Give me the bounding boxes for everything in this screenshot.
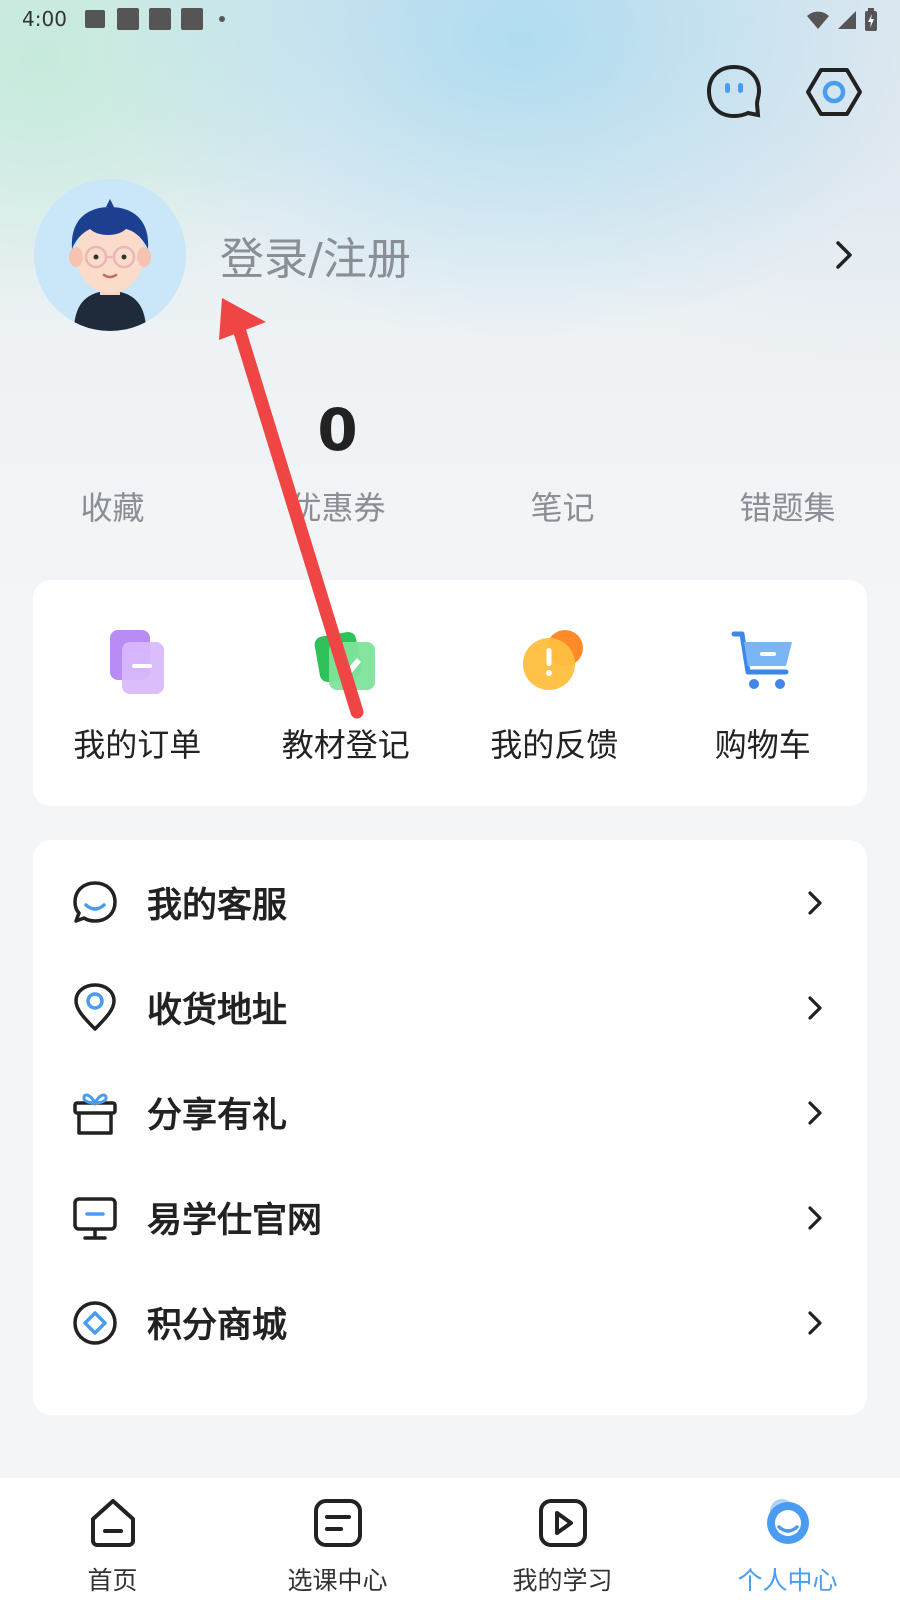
menu-item-customer-service[interactable]: 我的客服 bbox=[33, 850, 867, 955]
profile-icon bbox=[766, 1499, 809, 1544]
location-pin-icon bbox=[69, 982, 121, 1034]
battery-icon bbox=[865, 8, 877, 31]
stat-label: 错题集 bbox=[739, 489, 836, 527]
menu-item-points-mall[interactable]: 积分商城 bbox=[33, 1270, 867, 1375]
login-register-label[interactable]: 登录/注册 bbox=[220, 223, 824, 287]
stat-label: 收藏 bbox=[80, 489, 145, 527]
tab-home[interactable]: 首页 bbox=[0, 1478, 225, 1600]
quick-action-textbook-register[interactable]: 教材登记 bbox=[242, 626, 451, 806]
course-center-icon bbox=[313, 1499, 362, 1547]
stat-favorites[interactable]: 收藏 bbox=[0, 395, 225, 529]
tab-profile[interactable]: 个人中心 bbox=[675, 1478, 900, 1600]
status-time: 4:00 bbox=[22, 7, 67, 31]
chevron-right-icon bbox=[799, 887, 831, 919]
bottom-tab-bar: 首页 选课中心 我的学习 个人中心 bbox=[0, 1478, 900, 1600]
tab-label: 个人中心 bbox=[737, 1566, 838, 1595]
monitor-icon bbox=[69, 1192, 121, 1244]
stats-row: 收藏 0 优惠券 笔记 错题集 bbox=[0, 395, 900, 529]
points-mall-icon bbox=[69, 1297, 121, 1349]
stat-value bbox=[0, 395, 225, 465]
customer-service-icon bbox=[69, 877, 121, 929]
quick-action-my-feedback[interactable]: 我的反馈 bbox=[450, 626, 659, 806]
chevron-right-icon bbox=[799, 1097, 831, 1129]
quick-action-label: 我的订单 bbox=[73, 726, 202, 764]
stat-label: 笔记 bbox=[530, 489, 595, 527]
tab-my-learning[interactable]: 我的学习 bbox=[450, 1478, 675, 1600]
profile-login-row[interactable]: 登录/注册 bbox=[34, 179, 864, 331]
signal-icon bbox=[838, 11, 856, 29]
stat-label: 优惠券 bbox=[289, 489, 386, 527]
home-icon bbox=[90, 1499, 135, 1547]
quick-actions-card: 我的订单 教材登记 我的反馈 购物车 bbox=[33, 580, 867, 806]
avatar[interactable] bbox=[34, 179, 186, 331]
quick-action-label: 我的反馈 bbox=[490, 726, 619, 764]
quick-action-label: 教材登记 bbox=[281, 726, 410, 764]
stat-value: 0 bbox=[317, 396, 358, 464]
cart-icon bbox=[731, 631, 792, 689]
tab-course-center[interactable]: 选课中心 bbox=[225, 1478, 450, 1600]
quick-action-label: 购物车 bbox=[714, 726, 811, 764]
settings-icon[interactable] bbox=[804, 62, 864, 122]
menu-item-label: 易学仕官网 bbox=[147, 1201, 323, 1241]
menu-item-official-website[interactable]: 易学仕官网 bbox=[33, 1165, 867, 1270]
quick-action-my-orders[interactable]: 我的订单 bbox=[33, 626, 242, 806]
more-notifications-dot bbox=[218, 16, 225, 22]
chevron-right-icon bbox=[799, 992, 831, 1024]
tab-label: 我的学习 bbox=[512, 1566, 613, 1595]
wifi-icon bbox=[807, 11, 829, 29]
image-notification-icon bbox=[84, 10, 105, 28]
message-icon[interactable] bbox=[704, 62, 764, 122]
quick-action-cart[interactable]: 购物车 bbox=[659, 626, 868, 806]
stat-wrong-questions[interactable]: 错题集 bbox=[675, 395, 900, 529]
textbook-register-icon bbox=[314, 631, 375, 690]
menu-item-label: 收货地址 bbox=[147, 991, 288, 1031]
menu-list-card: 我的客服 收货地址 分享有礼 易学仕官网 积分商城 bbox=[33, 840, 867, 1415]
notification-icon bbox=[116, 8, 139, 30]
notification-icon bbox=[180, 8, 203, 30]
stat-value bbox=[450, 395, 675, 465]
stat-notes[interactable]: 笔记 bbox=[450, 395, 675, 529]
tab-label: 选课中心 bbox=[287, 1566, 388, 1595]
stat-coupons[interactable]: 0 优惠券 bbox=[225, 395, 450, 529]
notification-icon bbox=[148, 8, 171, 30]
menu-item-label: 我的客服 bbox=[147, 886, 288, 926]
chevron-right-icon bbox=[799, 1202, 831, 1234]
chevron-right-icon bbox=[799, 1307, 831, 1339]
play-icon bbox=[538, 1499, 587, 1547]
order-icon bbox=[110, 630, 165, 694]
gift-icon bbox=[69, 1087, 121, 1139]
menu-item-shipping-address[interactable]: 收货地址 bbox=[33, 955, 867, 1060]
tab-label: 首页 bbox=[87, 1566, 138, 1595]
status-bar: 4:00 bbox=[0, 0, 900, 38]
stat-value bbox=[675, 395, 900, 465]
chevron-right-icon[interactable] bbox=[824, 235, 864, 275]
feedback-icon bbox=[523, 630, 584, 690]
menu-item-share-gift[interactable]: 分享有礼 bbox=[33, 1060, 867, 1165]
menu-item-label: 积分商城 bbox=[147, 1306, 288, 1346]
menu-item-label: 分享有礼 bbox=[147, 1096, 288, 1136]
